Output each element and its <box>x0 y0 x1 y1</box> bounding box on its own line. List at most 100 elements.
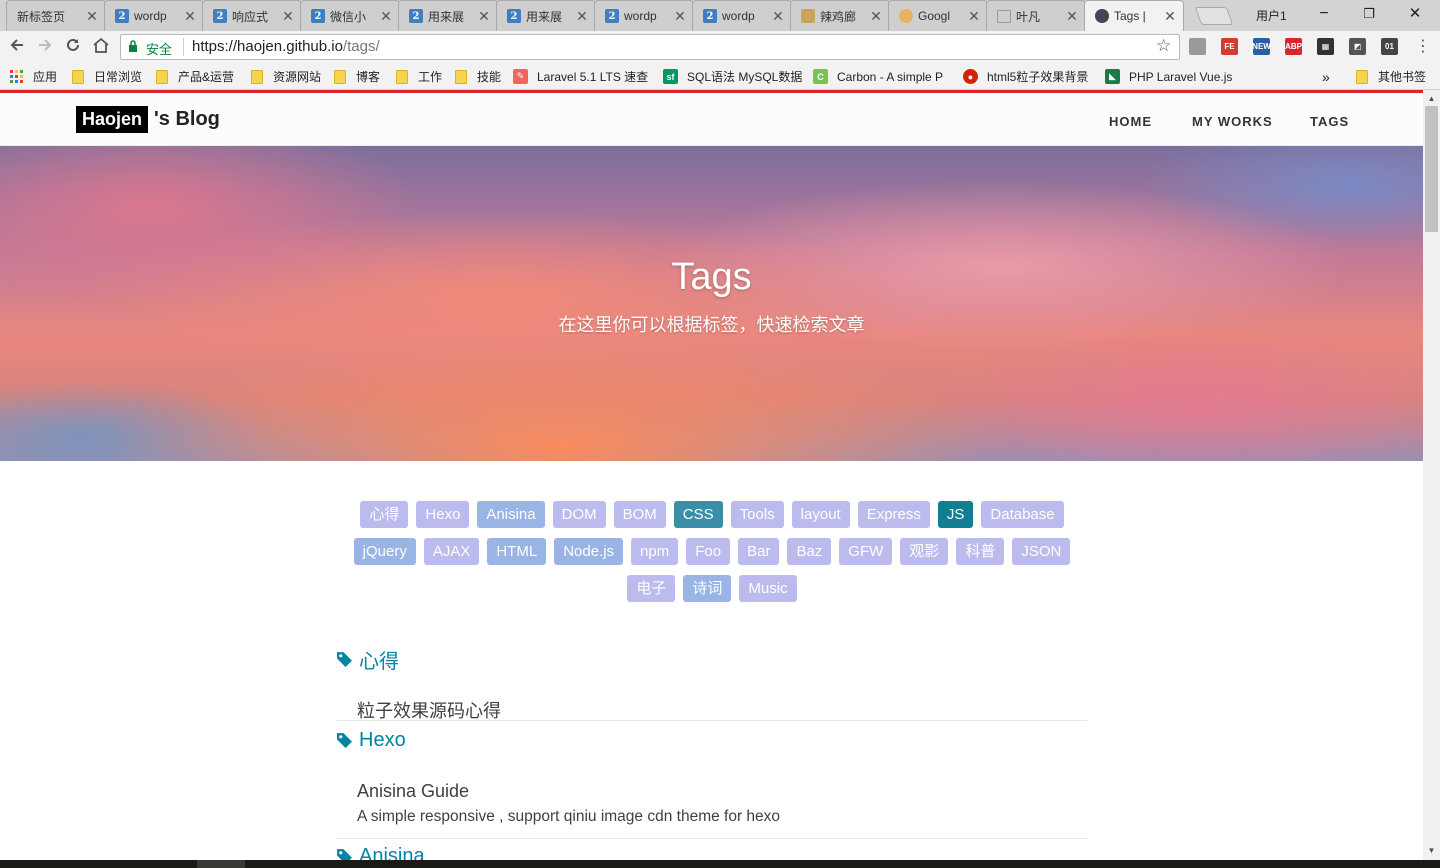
tag-button[interactable]: JS <box>937 501 974 528</box>
site-favicon-icon: 2 <box>213 9 227 23</box>
tab-close-icon[interactable]: ✕ <box>575 8 589 25</box>
browser-tab[interactable]: Googl ✕ <box>888 0 988 31</box>
browser-tab[interactable]: 2 微信小 ✕ <box>300 0 400 31</box>
tag-button[interactable]: Bar <box>738 538 780 565</box>
tab-close-icon[interactable]: ✕ <box>183 8 197 25</box>
forward-button[interactable] <box>34 36 56 58</box>
bookmarks-overflow-button[interactable]: » <box>1322 68 1330 85</box>
home-button[interactable] <box>90 36 112 58</box>
tag-button[interactable]: 心得 <box>360 501 409 528</box>
browser-tab-active[interactable]: Tags | ✕ <box>1084 0 1184 31</box>
browser-tab[interactable]: 2 用来展 ✕ <box>398 0 498 31</box>
scrollbar-thumb[interactable] <box>1425 106 1438 232</box>
tab-close-icon[interactable]: ✕ <box>673 8 687 25</box>
tag-button[interactable]: Tools <box>730 501 784 528</box>
tab-close-icon[interactable]: ✕ <box>379 8 393 25</box>
browser-tab[interactable]: 辣鸡廊 ✕ <box>790 0 890 31</box>
tag-button[interactable]: npm <box>631 538 679 565</box>
scroll-down-arrow-icon[interactable]: ▼ <box>1423 843 1440 859</box>
tag-button[interactable]: 科普 <box>956 538 1005 565</box>
bookmark-item[interactable]: 工作 <box>396 68 442 85</box>
minimize-button[interactable]: − <box>1304 3 1344 25</box>
browser-tab[interactable]: 新标签页 ✕ <box>6 0 106 31</box>
tag-button[interactable]: layout <box>791 501 850 528</box>
tab-close-icon[interactable]: ✕ <box>1163 8 1177 25</box>
bookmark-item[interactable]: 博客 <box>334 68 380 85</box>
qrcode-icon[interactable]: ▦ <box>1317 38 1334 55</box>
tag-button[interactable]: Express <box>857 501 930 528</box>
site-brand[interactable]: Haojen 's Blog <box>76 106 220 133</box>
tag-button[interactable]: Music <box>739 575 797 602</box>
reader-icon[interactable] <box>1189 38 1206 55</box>
taskbar-app-button[interactable] <box>197 860 245 868</box>
bookmark-item[interactable]: ◣ PHP Laravel Vue.js <box>1105 68 1232 85</box>
bookmark-item[interactable]: ✎ Laravel 5.1 LTS 速查 <box>513 68 648 85</box>
bookmark-item[interactable]: ● html5粒子效果背景 <box>963 68 1088 85</box>
tab-close-icon[interactable]: ✕ <box>1065 8 1079 25</box>
browser-menu-icon[interactable]: ⋮ <box>1412 36 1434 58</box>
tag-section-heading[interactable]: Hexo <box>336 729 406 752</box>
tag-button[interactable]: HTML <box>487 538 547 565</box>
tag-button[interactable]: jQuery <box>353 538 416 565</box>
hero-banner <box>0 146 1423 461</box>
browser-tab[interactable]: 2 用来展 ✕ <box>496 0 596 31</box>
bookmark-item[interactable]: C Carbon - A simple P <box>813 68 943 85</box>
tag-button[interactable]: CSS <box>673 501 723 528</box>
tab-close-icon[interactable]: ✕ <box>477 8 491 25</box>
tag-button[interactable]: Baz <box>787 538 832 565</box>
tag-cloud: 心得 Hexo Anisina DOM BOM CSS Tools layout Express… <box>337 501 1087 612</box>
tag-button[interactable]: Foo <box>686 538 731 565</box>
browser-tab[interactable]: 2 wordp ✕ <box>594 0 694 31</box>
close-window-button[interactable]: ✕ <box>1395 3 1435 25</box>
tab-title: wordp <box>722 9 755 23</box>
url-text[interactable]: https://haojen.github.io/tags/ <box>192 38 380 55</box>
tag-button[interactable]: AJAX <box>423 538 480 565</box>
reload-button[interactable] <box>62 36 84 58</box>
browser-tab[interactable]: 2 wordp ✕ <box>692 0 792 31</box>
bookmark-item[interactable]: sf SQL语法 MySQL数据 <box>663 68 802 85</box>
restore-button[interactable]: ❐ <box>1349 3 1389 25</box>
bookmark-item[interactable]: 技能 <box>455 68 501 85</box>
new-tab-button[interactable] <box>1194 7 1234 25</box>
site-favicon-icon: 2 <box>311 9 325 23</box>
bookmark-item[interactable]: 应用 <box>10 68 57 85</box>
browser-tab[interactable]: 2 响应式 ✕ <box>202 0 302 31</box>
tab-close-icon[interactable]: ✕ <box>967 8 981 25</box>
post-title-link[interactable]: Anisina Guide <box>357 781 469 802</box>
tag-button[interactable]: Database <box>981 501 1064 528</box>
tag-button[interactable]: JSON <box>1012 538 1071 565</box>
nav-my-works-link[interactable]: MY WORKS <box>1192 114 1273 129</box>
news-extension-icon[interactable]: NEW <box>1252 38 1271 55</box>
tag-button[interactable]: Anisina <box>477 501 545 528</box>
tag-button[interactable]: BOM <box>613 501 666 528</box>
nav-tags-link[interactable]: TAGS <box>1310 114 1349 129</box>
bookmark-star-icon[interactable]: ☆ <box>1156 36 1171 56</box>
tab-close-icon[interactable]: ✕ <box>869 8 883 25</box>
scroll-up-arrow-icon[interactable]: ▲ <box>1423 91 1440 107</box>
tag-button[interactable]: 观影 <box>900 538 949 565</box>
tab-close-icon[interactable]: ✕ <box>281 8 295 25</box>
screenshot-extension-icon[interactable]: ◩ <box>1349 38 1366 55</box>
binary-extension-icon[interactable]: 01 <box>1381 38 1398 55</box>
adblock-icon[interactable]: ABP <box>1285 38 1302 55</box>
tag-section-heading[interactable]: 心得 <box>336 645 399 674</box>
browser-tab[interactable]: 2 wordp ✕ <box>104 0 204 31</box>
tag-button[interactable]: DOM <box>552 501 606 528</box>
tag-button[interactable]: 电子 <box>627 575 676 602</box>
tab-close-icon[interactable]: ✕ <box>85 8 99 25</box>
tag-button[interactable]: Node.js <box>554 538 624 565</box>
tag-button[interactable]: GFW <box>839 538 893 565</box>
tag-button[interactable]: 诗词 <box>683 575 732 602</box>
bookmark-item[interactable]: 资源网站 <box>251 68 321 85</box>
back-button[interactable] <box>6 36 28 58</box>
other-bookmarks[interactable]: 其他书签 <box>1356 68 1426 85</box>
fe-extension-icon[interactable]: FE <box>1221 38 1238 55</box>
profile-button[interactable]: 用户1 <box>1256 7 1287 24</box>
bookmark-item[interactable]: 日常浏览 <box>72 68 142 85</box>
browser-tab[interactable]: 叶凡 ✕ <box>986 0 1086 31</box>
nav-home-link[interactable]: HOME <box>1109 114 1152 129</box>
folder-icon <box>251 69 263 84</box>
tag-button[interactable]: Hexo <box>416 501 470 528</box>
tab-close-icon[interactable]: ✕ <box>771 8 785 25</box>
bookmark-item[interactable]: 产品&运营 <box>156 68 234 85</box>
